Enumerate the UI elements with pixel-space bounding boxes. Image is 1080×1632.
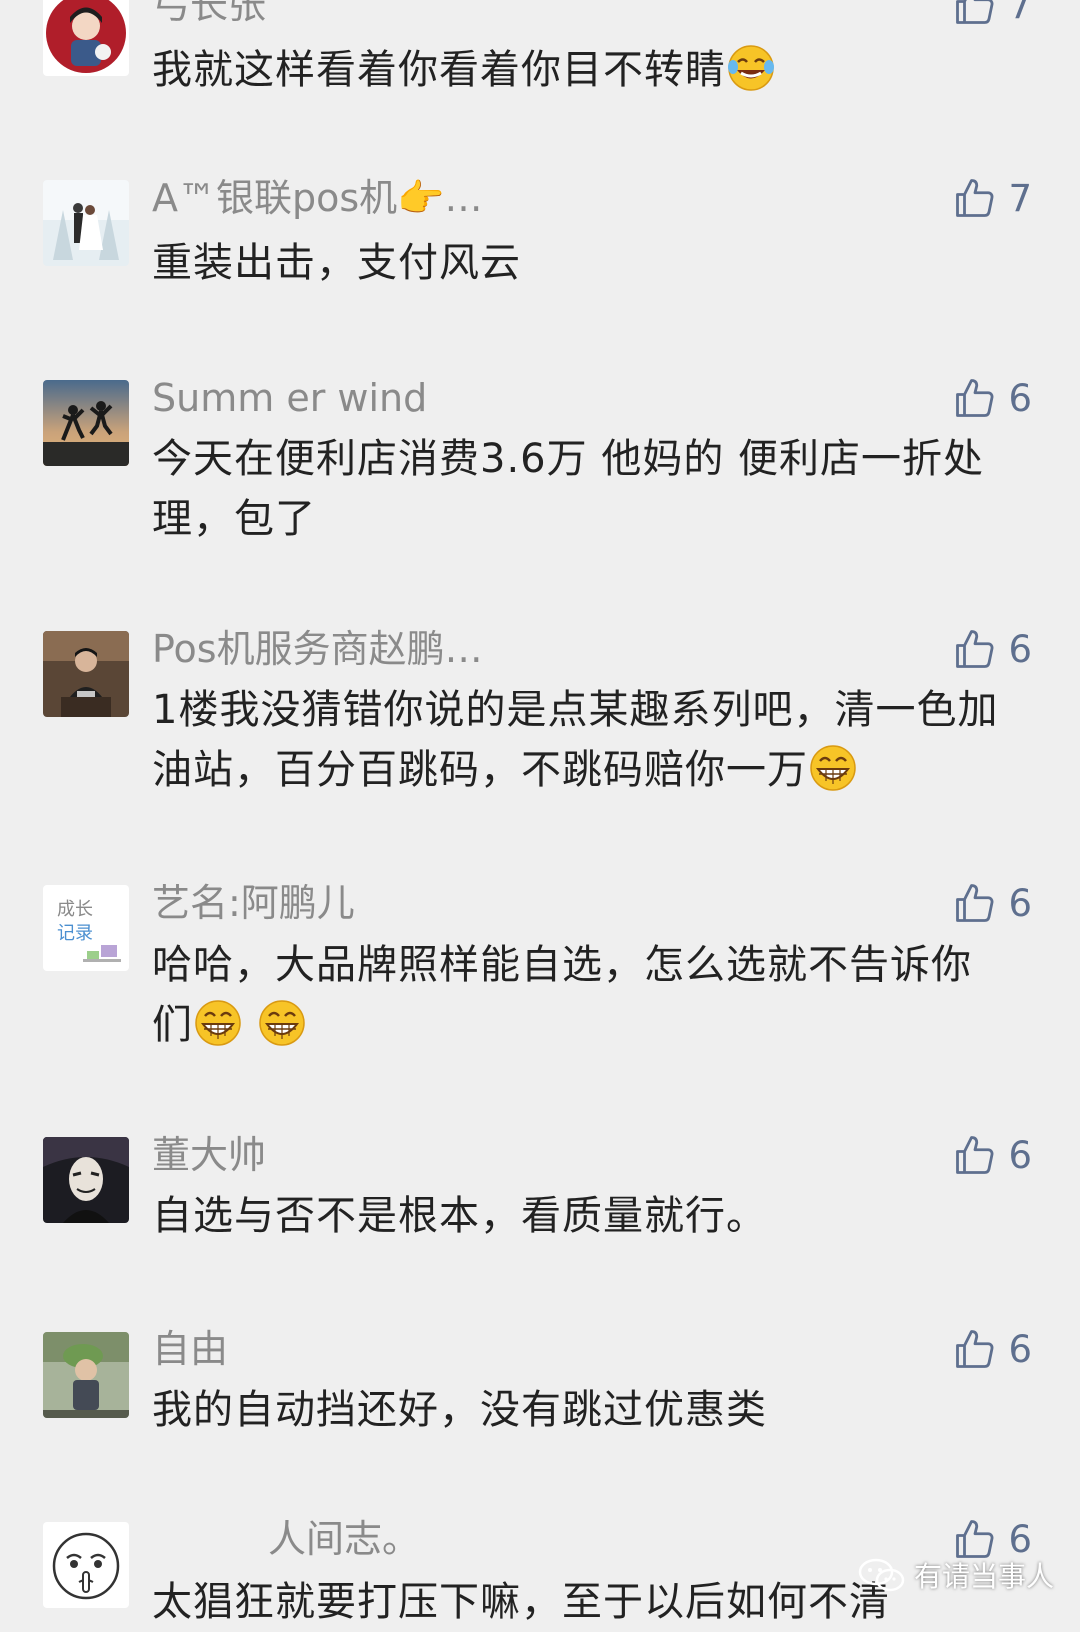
thumbs-up-icon [956,0,994,24]
thumbs-up-icon [956,379,994,417]
grinning-emoji-icon [810,745,856,791]
like-button[interactable]: 6 [954,626,1032,672]
like-count: 7 [1008,176,1032,220]
comment-text: 今天在便利店消费3.6万 他妈的 便利店一折处理，包了 [152,436,985,542]
avatar[interactable] [43,180,129,266]
like-count: 6 [1008,881,1032,925]
comment-nickname: 艺名:阿鹏儿 [152,881,355,925]
like-button[interactable]: 6 [954,1132,1032,1178]
avatar[interactable] [43,380,129,466]
avatar-image [43,180,129,266]
thumbs-up-icon [956,179,994,217]
grinning-emoji-icon [258,1000,305,1046]
avatar[interactable]: 成长 记录 [43,885,129,971]
grinning-emoji-icon [195,1000,241,1046]
watermark-text: 有请当事人 [914,1560,1055,1593]
avatar-image [43,631,129,717]
thumbs-up-icon [956,1136,994,1174]
comment-nickname: 董大帅 [152,1133,267,1177]
avatar-text-bottom: 记录 [57,923,93,944]
like-count: 6 [1008,1327,1032,1371]
comment-nickname: Pos机服务商赵鹏… [152,627,483,671]
like-button[interactable]: 7 [954,175,1032,221]
comment-text: 我的自动挡还好，没有跳过优惠类 [152,1387,767,1433]
avatar-image [43,1332,129,1418]
thumbs-up-icon [956,884,994,922]
avatar[interactable] [43,631,129,717]
comment-text-body: 1楼我没猜错你说的是点某趣系列吧，清一色加油站，百分百跳码，不跳码赔你一万 [152,687,999,793]
watermark: 有请当事人 [858,1555,1054,1595]
thumbs-up-icon [956,630,994,668]
thumbs-up-icon [956,1330,994,1368]
comment-nickname: 人间志。 [268,1517,421,1561]
like-count: 6 [1008,376,1032,420]
avatar-image [43,380,129,466]
like-count: 6 [1008,1133,1032,1177]
tears-of-joy-emoji-icon [728,45,774,91]
comment-nickname: 弓长张 [152,0,267,27]
like-button[interactable]: 7 [954,0,1032,28]
comment-text-body: 我就这样看着你看着你目不转睛 [152,47,726,93]
like-count: 6 [1008,627,1032,671]
like-button[interactable]: 6 [954,375,1032,421]
like-count: 7 [1008,0,1032,27]
comment-nickname: A™银联pos机👉… [152,176,483,220]
avatar[interactable] [43,0,129,76]
comment-nickname: 自由 [152,1327,229,1371]
comment-text: 重装出击，支付风云 [152,240,521,286]
avatar-image: 成长 记录 [43,885,129,971]
comment-text: 哈哈，大品牌照样能自选，怎么选就不告诉你们 [152,935,1012,1055]
thumbs-up-icon [956,1520,994,1558]
avatar-image [43,1137,129,1223]
avatar[interactable] [43,1522,129,1608]
avatar[interactable] [43,1137,129,1223]
avatar[interactable] [43,1332,129,1418]
comment-text: 1楼我没猜错你说的是点某趣系列吧，清一色加油站，百分百跳码，不跳码赔你一万 [152,680,1032,800]
comment-text: 我就这样看着你看着你目不转睛 [152,40,1032,100]
like-button[interactable]: 6 [954,880,1032,926]
comment-nickname: Summ er wind [152,376,428,420]
wechat-icon [858,1558,905,1592]
comment-text: 自选与否不是根本，看质量就行。 [152,1193,767,1239]
avatar-image [43,0,129,76]
avatar-image [43,1522,129,1608]
like-button[interactable]: 6 [954,1326,1032,1372]
avatar-text-top: 成长 [57,899,93,920]
